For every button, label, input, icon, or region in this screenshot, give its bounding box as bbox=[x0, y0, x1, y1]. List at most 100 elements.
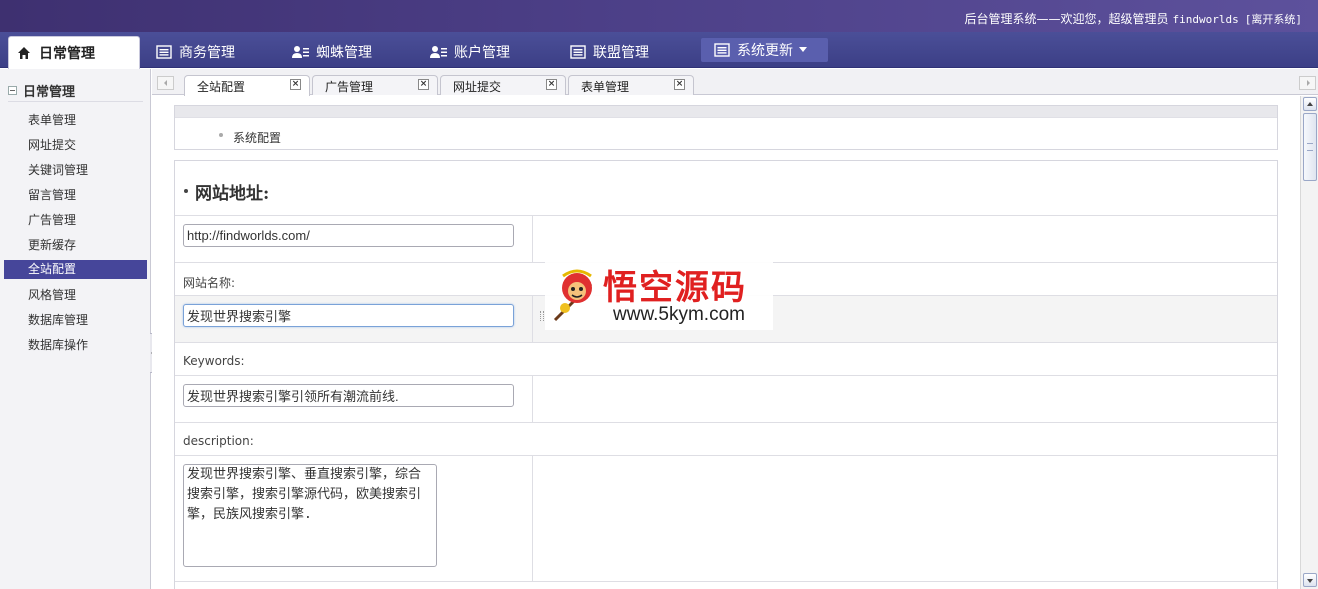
watermark-url: www.5kym.com bbox=[613, 304, 745, 325]
nav-tab-label: 蜘蛛管理 bbox=[316, 45, 372, 61]
tab-scroll-left-button[interactable] bbox=[157, 76, 174, 90]
tab-label: 网址提交 bbox=[453, 80, 502, 94]
description-textarea[interactable]: 发现世界搜索引擎、垂直搜索引擎，综合搜索引擎，搜索引擎源代码，欧美搜索引擎，民族… bbox=[183, 464, 437, 567]
sidebar-header[interactable]: 日常管理 bbox=[8, 81, 75, 100]
scroll-down-button[interactable] bbox=[1303, 573, 1317, 587]
breadcrumb: 系统配置 bbox=[219, 129, 282, 146]
main-nav: 日常管理 商务管理 蜘蛛管理 账户管理 联盟管理 系统更新 bbox=[0, 32, 1318, 69]
sidebar-item-database-management[interactable]: 数据库管理 bbox=[4, 310, 147, 335]
tab-site-config[interactable]: 全站配置 × bbox=[184, 75, 310, 96]
tab-form-management[interactable]: 表单管理 × bbox=[568, 75, 694, 95]
sidebar-item-style-management[interactable]: 风格管理 bbox=[4, 285, 147, 310]
vertical-scrollbar[interactable] bbox=[1300, 96, 1318, 589]
column-divider bbox=[532, 376, 533, 423]
sidebar-item-label: 数据库操作 bbox=[28, 338, 89, 352]
breadcrumb-text: 系统配置 bbox=[233, 131, 282, 145]
section-title-text: 网站地址: bbox=[195, 184, 270, 204]
sidebar-title: 日常管理 bbox=[23, 85, 76, 100]
collapse-box-icon bbox=[8, 86, 17, 95]
sidebar: 日常管理 表单管理 网址提交 关键词管理 留言管理 广告管理 更新缓存 全站配置… bbox=[0, 69, 151, 589]
row-divider bbox=[175, 581, 1277, 582]
row-divider bbox=[175, 422, 1277, 423]
row-divider bbox=[175, 342, 1277, 343]
sidebar-item-label: 留言管理 bbox=[28, 188, 77, 202]
keywords-label: Keywords: bbox=[183, 354, 245, 368]
nav-tab-account[interactable]: 账户管理 bbox=[430, 36, 510, 68]
config-form: 网站地址: 网站名称: Keywords: description: 发现世界搜… bbox=[174, 160, 1278, 589]
tab-ad-management[interactable]: 广告管理 × bbox=[312, 75, 438, 95]
sidebar-item-database-operation[interactable]: 数据库操作 bbox=[4, 335, 147, 360]
close-icon[interactable]: × bbox=[674, 79, 685, 90]
sidebar-item-label: 广告管理 bbox=[28, 213, 77, 227]
bullet-icon bbox=[219, 133, 223, 137]
welcome-message: 后台管理系统——欢迎您，超级管理员 findworlds [离开系统] bbox=[965, 10, 1303, 27]
description-label: description: bbox=[183, 434, 254, 448]
tab-url-submit[interactable]: 网址提交 × bbox=[440, 75, 566, 95]
monkey-king-icon bbox=[553, 269, 593, 322]
close-icon[interactable]: × bbox=[418, 79, 429, 90]
chevron-down-icon bbox=[799, 46, 807, 52]
list-icon bbox=[713, 41, 731, 59]
sidebar-item-message-management[interactable]: 留言管理 bbox=[4, 185, 147, 210]
nav-tab-label: 联盟管理 bbox=[593, 45, 649, 61]
nav-tab-label: 系统更新 bbox=[737, 43, 793, 59]
nav-tab-business[interactable]: 商务管理 bbox=[155, 36, 235, 68]
watermark-logo: 悟空源码 www.5kym.com bbox=[545, 258, 773, 330]
close-icon[interactable]: × bbox=[546, 79, 557, 90]
site-url-input[interactable] bbox=[183, 224, 514, 247]
row-divider bbox=[175, 215, 1277, 216]
site-name-input[interactable] bbox=[183, 304, 514, 327]
drag-handle-icon[interactable] bbox=[540, 311, 544, 321]
column-divider bbox=[532, 216, 533, 263]
sidebar-item-label: 关键词管理 bbox=[28, 163, 89, 177]
nav-tab-label: 账户管理 bbox=[454, 45, 510, 61]
sidebar-item-ad-management[interactable]: 广告管理 bbox=[4, 210, 147, 235]
scroll-thumb[interactable] bbox=[1303, 113, 1317, 181]
welcome-text: 后台管理系统——欢迎您，超级管理员 bbox=[964, 12, 1169, 26]
nav-tab-label: 商务管理 bbox=[179, 45, 235, 61]
sidebar-item-url-submit[interactable]: 网址提交 bbox=[4, 135, 147, 160]
row-divider bbox=[175, 375, 1277, 376]
sidebar-item-label: 表单管理 bbox=[28, 113, 77, 127]
sidebar-item-site-config[interactable]: 全站配置 bbox=[4, 260, 147, 285]
users-icon bbox=[430, 43, 448, 61]
nav-tab-system-update[interactable]: 系统更新 bbox=[701, 38, 828, 62]
sidebar-item-keyword-management[interactable]: 关键词管理 bbox=[4, 160, 147, 185]
list-icon bbox=[569, 43, 587, 61]
tab-label: 全站配置 bbox=[197, 80, 246, 94]
site-name-label: 网站名称: bbox=[183, 276, 236, 290]
sidebar-item-update-cache[interactable]: 更新缓存 bbox=[4, 235, 147, 260]
sidebar-menu: 表单管理 网址提交 关键词管理 留言管理 广告管理 更新缓存 全站配置 风格管理… bbox=[4, 110, 147, 360]
nav-tab-daily[interactable]: 日常管理 bbox=[8, 36, 140, 69]
tab-label: 广告管理 bbox=[325, 80, 374, 94]
sidebar-item-form-management[interactable]: 表单管理 bbox=[4, 110, 147, 135]
scroll-up-button[interactable] bbox=[1303, 97, 1317, 111]
home-icon bbox=[15, 44, 33, 62]
nav-tab-alliance[interactable]: 联盟管理 bbox=[569, 36, 649, 68]
watermark-title: 悟空源码 bbox=[603, 268, 747, 308]
column-divider bbox=[532, 296, 533, 342]
page-tab-strip: 全站配置 × 广告管理 × 网址提交 × 表单管理 × bbox=[152, 69, 1318, 96]
breadcrumb-header-bar bbox=[175, 106, 1277, 118]
main-content: 系统配置 网站地址: 网站名称: Keywords: description: … bbox=[152, 96, 1300, 589]
close-icon[interactable]: × bbox=[290, 79, 301, 90]
current-username: findworlds bbox=[1172, 13, 1239, 26]
column-divider bbox=[532, 456, 533, 581]
users-icon bbox=[292, 43, 310, 61]
keywords-input[interactable] bbox=[183, 384, 514, 407]
sidebar-item-label: 数据库管理 bbox=[28, 313, 89, 327]
top-banner: 后台管理系统——欢迎您，超级管理员 findworlds [离开系统] bbox=[0, 0, 1318, 32]
nav-tab-spider[interactable]: 蜘蛛管理 bbox=[292, 36, 372, 68]
tab-label: 表单管理 bbox=[581, 80, 630, 94]
bullet-icon bbox=[184, 189, 188, 193]
nav-tab-label: 日常管理 bbox=[39, 46, 95, 62]
sidebar-item-label: 更新缓存 bbox=[28, 238, 77, 252]
sidebar-item-label: 风格管理 bbox=[28, 288, 77, 302]
logout-link[interactable]: [离开系统] bbox=[1245, 13, 1302, 26]
sidebar-item-label: 全站配置 bbox=[4, 260, 147, 279]
row-divider bbox=[175, 455, 1277, 456]
tab-scroll-right-button[interactable] bbox=[1299, 76, 1316, 90]
section-title: 网站地址: bbox=[184, 179, 270, 204]
breadcrumb-panel: 系统配置 bbox=[174, 105, 1278, 150]
sidebar-item-label: 网址提交 bbox=[28, 138, 77, 152]
